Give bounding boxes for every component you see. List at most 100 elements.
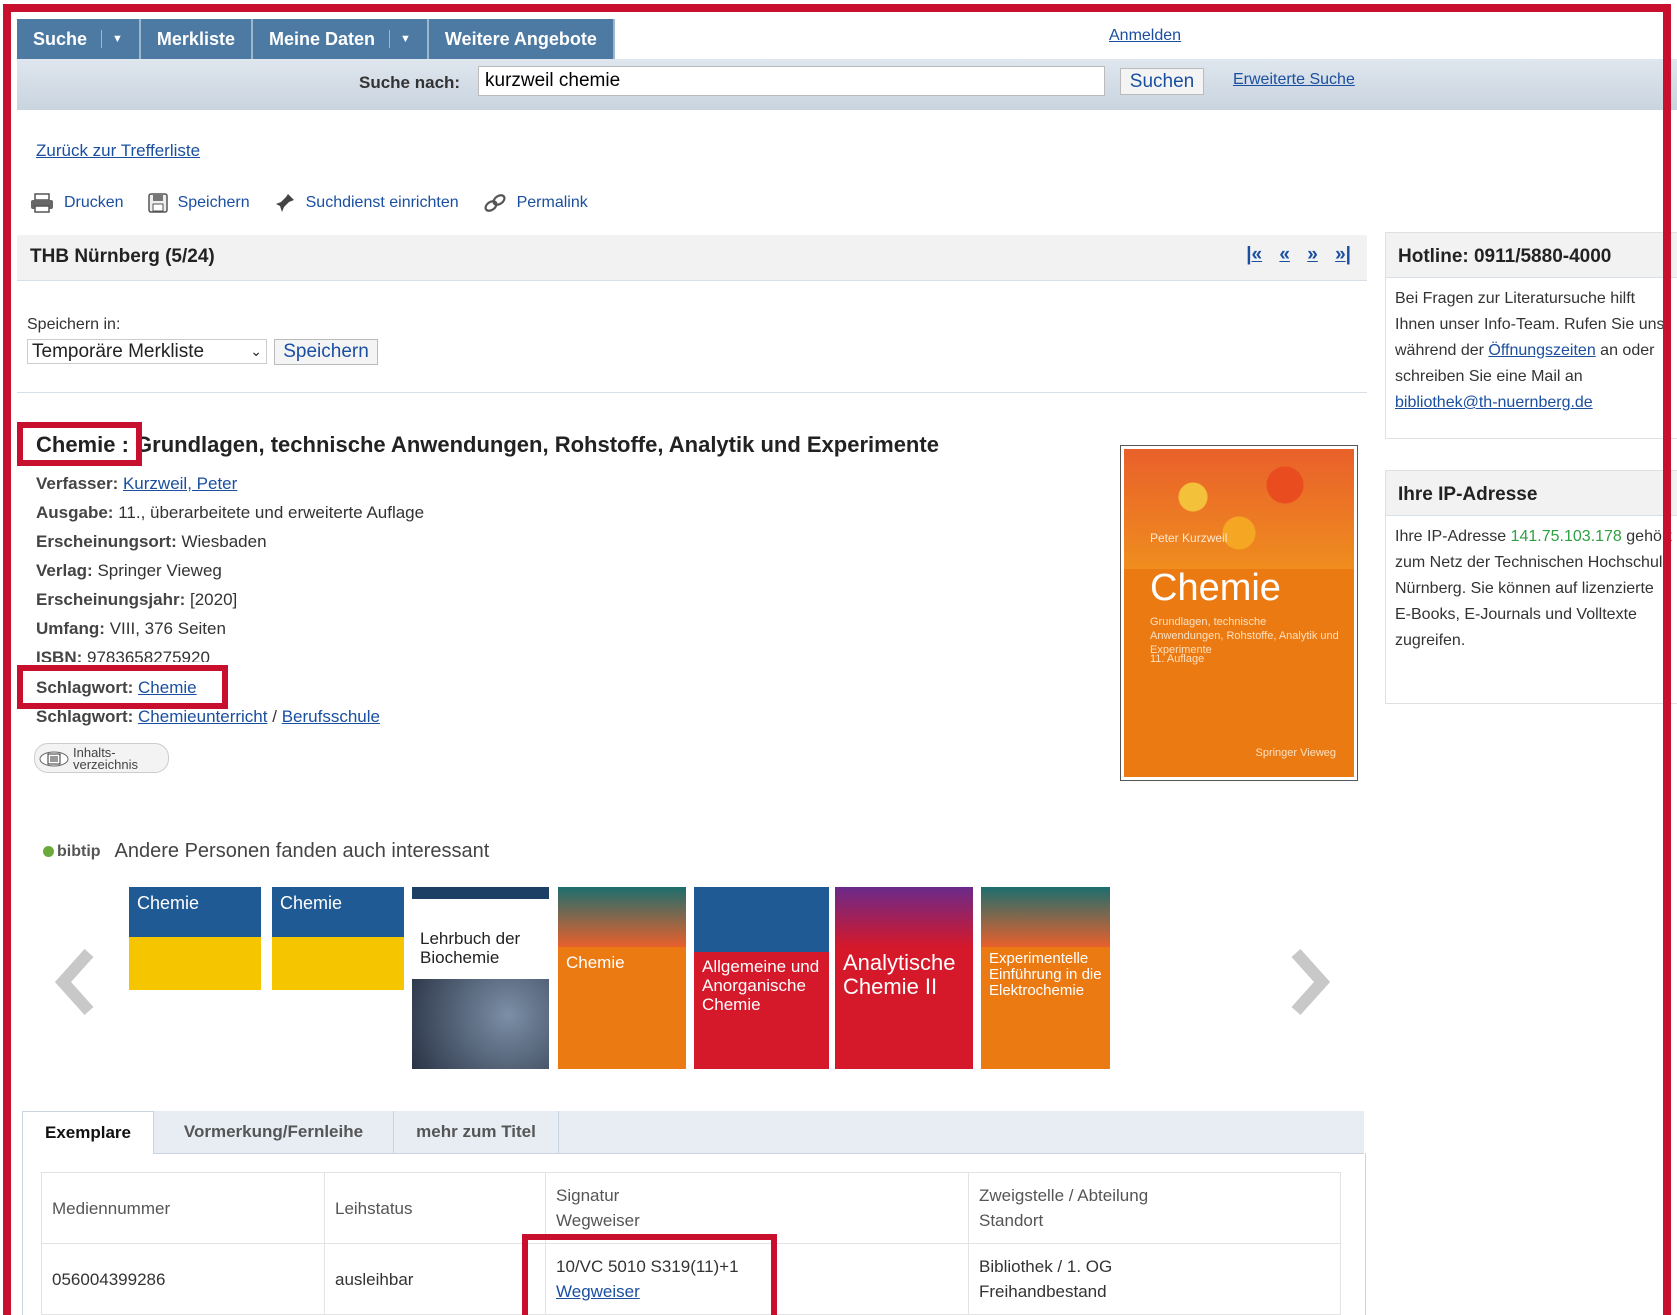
field-value: Wiesbaden	[181, 532, 267, 551]
save-target-select[interactable]: Temporäre Merkliste ⌄	[27, 339, 267, 364]
nav-tab-label: Suche	[33, 28, 88, 49]
recommended-book[interactable]: Analytische Chemie II	[835, 887, 973, 1069]
nav-tab-label: Weitere Angebote	[444, 28, 597, 49]
cover-pattern	[981, 887, 1110, 947]
save-to-list-button[interactable]: Speichern	[274, 339, 378, 365]
tab-mehr-zum-titel[interactable]: mehr zum Titel	[394, 1111, 559, 1153]
recommended-book[interactable]: Chemie	[272, 887, 404, 1069]
author-link[interactable]: Kurzweil, Peter	[123, 474, 237, 493]
nav-tab-weitere-angebote[interactable]: Weitere Angebote	[428, 19, 615, 59]
column-header-status: Leihstatus	[324, 1172, 546, 1244]
place-field: Erscheinungsort: Wiesbaden	[36, 532, 267, 552]
save-record-button[interactable]: Speichern	[147, 193, 250, 213]
carousel-prev-arrow-icon[interactable]	[55, 947, 95, 1017]
tab-vormerkung-fernleihe[interactable]: Vormerkung/Fernleihe	[154, 1111, 394, 1153]
recommended-book-title: Allgemeine und Anorganische Chemie	[702, 957, 820, 1014]
recommended-book[interactable]: Chemie	[129, 887, 261, 1069]
subject-link[interactable]: Chemie	[138, 678, 197, 697]
first-record-link[interactable]: |«	[1246, 244, 1262, 265]
bibtip-logo-text: bibtip	[57, 842, 101, 860]
table-row: 056004399286 ausleihbar 10/VC 5010 S319(…	[41, 1243, 1341, 1315]
record-pager: |« « » »|	[1234, 244, 1351, 266]
hotline-text: Bei Fragen zur Literatursuche hilft Ihne…	[1386, 278, 1677, 426]
header-wegweiser: Wegweiser	[556, 1211, 640, 1230]
column-header-signatur: Signatur Wegweiser	[545, 1172, 969, 1244]
search-label: Suche nach:	[359, 73, 461, 92]
chevron-down-icon[interactable]: ▼	[400, 33, 411, 45]
nav-tabs: Suche ▼ Merkliste Meine Daten ▼ Weitere …	[17, 19, 615, 59]
recommended-book-title: Experimentelle Einführung in die Elektro…	[989, 950, 1102, 999]
advanced-search-link[interactable]: Erweiterte Suche	[1233, 71, 1355, 89]
recommended-book[interactable]: Allgemeine und Anorganische Chemie	[694, 887, 829, 1069]
next-record-link[interactable]: »	[1307, 244, 1318, 265]
ip-text: Ihre IP-Adresse 141.75.103.178 gehört zu…	[1386, 516, 1677, 664]
field-label: Verlag:	[36, 561, 93, 580]
pager-bar: |	[1345, 244, 1351, 265]
bibtip-heading: Andere Personen fanden auch interessant	[114, 840, 490, 862]
ip-text-part: Ihre IP-Adresse	[1395, 528, 1511, 545]
recommended-book-title: Chemie	[566, 953, 625, 972]
hotline-title: Hotline: 0911/5880-4000	[1386, 233, 1677, 278]
subject-link[interactable]: Berufsschule	[282, 707, 380, 726]
field-value: 11., überarbeitete und erweiterte Auflag…	[118, 503, 425, 522]
recommended-book[interactable]: Lehrbuch der Biochemie	[412, 887, 549, 1069]
subject-field-2: Schlagwort: Chemieunterricht / Berufssch…	[36, 707, 380, 727]
header-location: Standort	[979, 1211, 1044, 1230]
tab-exemplare[interactable]: Exemplare	[22, 1111, 154, 1154]
recommended-book[interactable]: Experimentelle Einführung in die Elektro…	[981, 887, 1110, 1069]
ip-address-box: Ihre IP-Adresse Ihre IP-Adresse 141.75.1…	[1385, 470, 1677, 704]
nav-tab-meine-daten[interactable]: Meine Daten ▼	[252, 19, 429, 59]
recommended-book[interactable]: Chemie	[558, 887, 686, 1069]
field-label: Erscheinungsjahr:	[36, 590, 186, 609]
permalink-button[interactable]: Permalink	[483, 193, 588, 213]
link-icon	[484, 194, 506, 212]
subject-link[interactable]: Chemieunterricht	[138, 707, 267, 726]
pin-icon	[275, 194, 294, 212]
previous-record-link[interactable]: «	[1279, 244, 1290, 265]
search-bar: Suche nach: Suchen Erweiterte Suche	[17, 59, 1677, 110]
record-position: THB Nürnberg (5/24)	[30, 246, 215, 267]
save-label: Speichern	[177, 194, 250, 211]
wegweiser-link[interactable]: Wegweiser	[556, 1282, 640, 1301]
holdings-table: Mediennummer Leihstatus Signatur Wegweise…	[41, 1172, 1341, 1315]
opening-hours-link[interactable]: Öffnungszeiten	[1488, 342, 1595, 359]
login-link[interactable]: Anmelden	[1109, 27, 1181, 45]
nav-tab-merkliste[interactable]: Merkliste	[140, 19, 253, 59]
header-branch: Zweigstelle / Abteilung	[979, 1186, 1149, 1205]
field-value: Springer Vieweg	[97, 561, 222, 580]
year-field: Erscheinungsjahr: [2020]	[36, 590, 237, 610]
search-input[interactable]	[478, 66, 1105, 96]
book-title-main: Chemie :	[36, 432, 129, 457]
cell-medium: 056004399286	[41, 1243, 325, 1315]
nav-tab-suche[interactable]: Suche ▼	[17, 19, 141, 59]
cover-pattern	[835, 887, 973, 947]
last-record-link[interactable]: »|	[1335, 244, 1351, 265]
carousel-next-arrow-icon[interactable]	[1290, 947, 1330, 1017]
nav-tab-label: Meine Daten	[268, 28, 375, 49]
record-toolbar: Drucken Speichern Suchdienst einrichten …	[30, 192, 612, 214]
header-signatur: Signatur	[556, 1186, 620, 1205]
chevron-down-icon: ⌄	[250, 343, 262, 359]
print-button[interactable]: Drucken	[30, 193, 124, 213]
email-link[interactable]: bibliothek@th-nuernberg.de	[1395, 394, 1593, 411]
cover-artwork: Peter Kurzweil Chemie Grundlagen, techni…	[1124, 449, 1354, 777]
search-alert-label: Suchdienst einrichten	[305, 194, 459, 211]
location-value: Freihandbestand	[979, 1282, 1107, 1301]
ip-address-value: 141.75.103.178	[1510, 528, 1622, 545]
chevron-down-icon[interactable]: ▼	[112, 33, 123, 45]
search-button[interactable]: Suchen	[1120, 68, 1204, 95]
book-title-subtitle: Grundlagen, technische Anwendungen, Rohs…	[128, 432, 939, 457]
branch-value: Bibliothek / 1. OG	[979, 1257, 1113, 1276]
search-alert-button[interactable]: Suchdienst einrichten	[274, 192, 459, 214]
back-to-results-link[interactable]: Zurück zur Trefferliste	[36, 141, 200, 161]
top-navigation: Suche ▼ Merkliste Meine Daten ▼ Weitere …	[17, 19, 1677, 59]
recommended-book-title: Chemie	[280, 893, 343, 913]
extent-field: Umfang: VIII, 376 Seiten	[36, 619, 226, 639]
book-cover[interactable]: Peter Kurzweil Chemie Grundlagen, techni…	[1120, 445, 1358, 781]
cover-subtitle: Grundlagen, technische Anwendungen, Rohs…	[1150, 616, 1339, 656]
column-header-medium: Mediennummer	[41, 1172, 325, 1244]
cover-pattern	[1124, 449, 1354, 569]
table-of-contents-button[interactable]: Inhalts- verzeichnis	[34, 743, 169, 773]
floppy-disk-icon	[147, 193, 168, 213]
recommended-book-title: Lehrbuch der Biochemie	[420, 929, 521, 967]
